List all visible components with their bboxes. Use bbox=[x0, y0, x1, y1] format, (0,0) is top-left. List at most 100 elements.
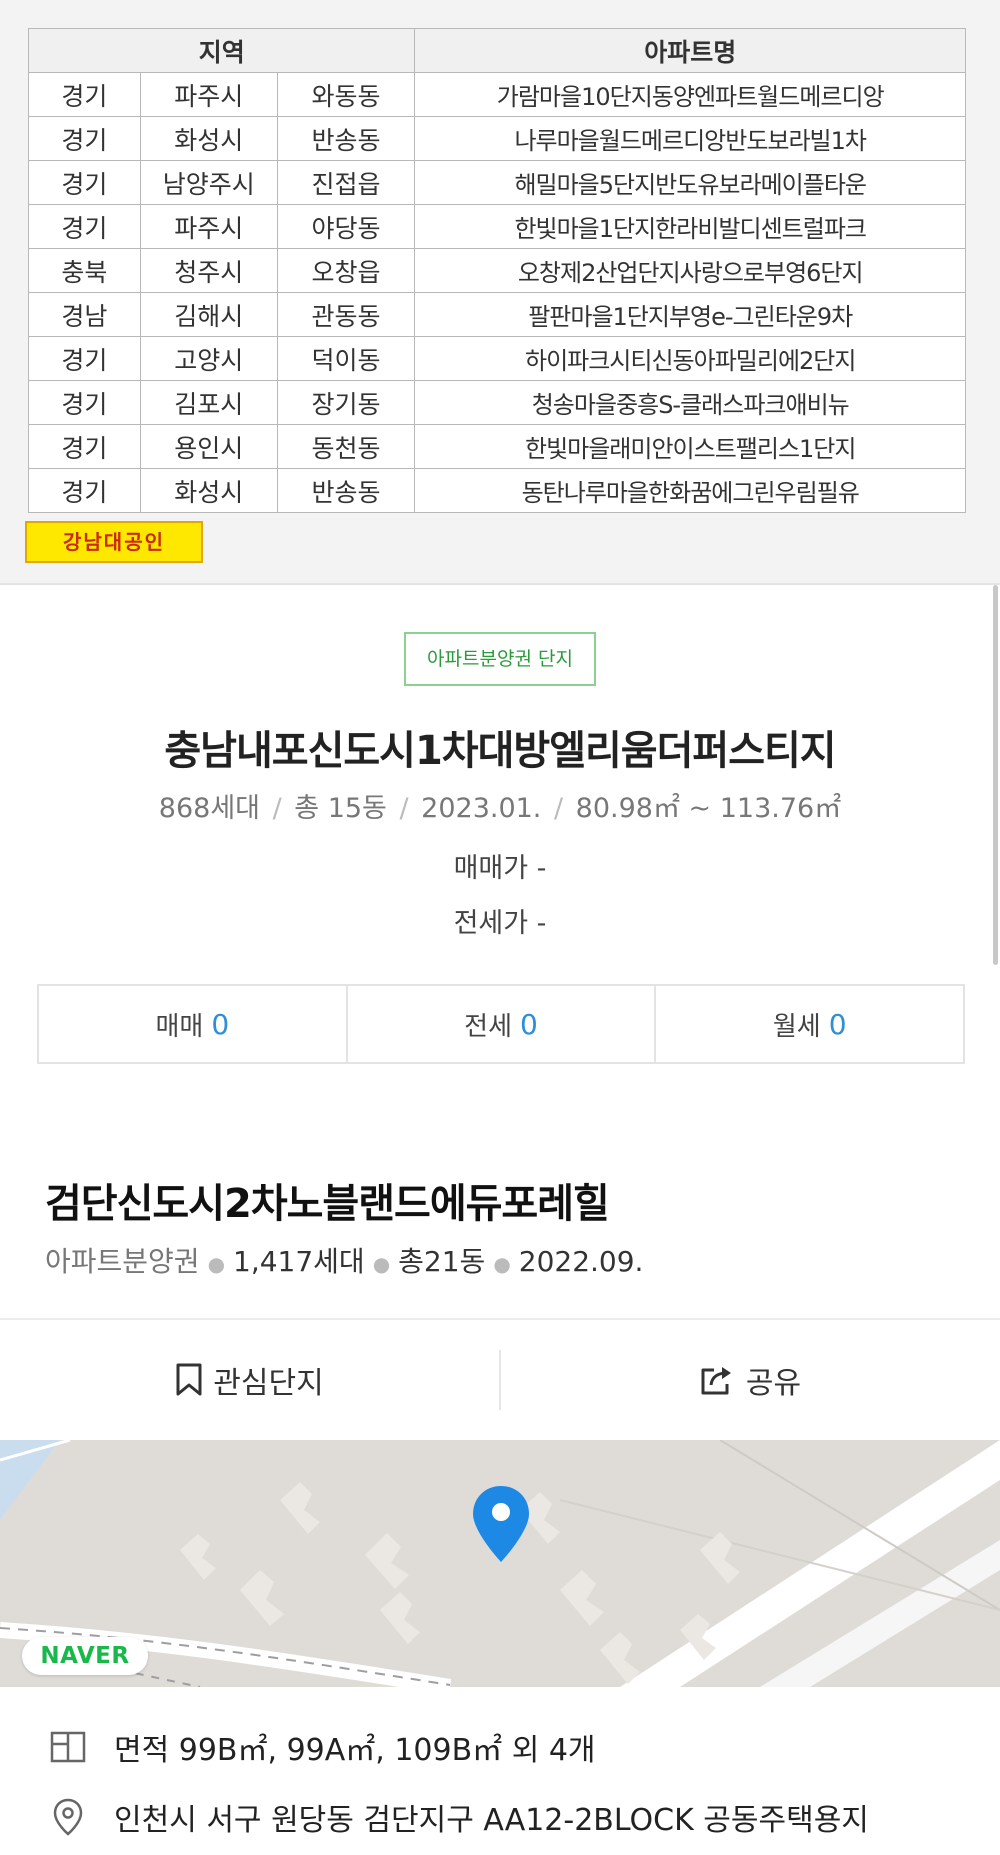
complex2-type: 아파트분양권 bbox=[45, 1245, 200, 1278]
cell-district: 덕이동 bbox=[276, 336, 416, 381]
address-row: 인천시 서구 원당동 검단지구 AA12-2BLOCK 공동주택용지 bbox=[48, 1795, 869, 1839]
tab-jeonse-count: 0 bbox=[520, 1007, 538, 1041]
tab-sale-label: 매매 bbox=[155, 1011, 204, 1042]
complex2-buildings: 총21동 bbox=[398, 1245, 486, 1278]
table-row: 경기 고양시 덕이동 하이파크시티신동아파밀리에2단지 bbox=[28, 336, 966, 381]
cell-district: 반송동 bbox=[276, 116, 416, 161]
cell-district: 야당동 bbox=[276, 204, 416, 249]
complex1-buildings: 총 15동 bbox=[294, 793, 387, 824]
complex1-sale-price: 매매가 - bbox=[453, 853, 547, 884]
cell-district: 장기동 bbox=[276, 380, 416, 425]
favorite-label: 관심단지 bbox=[213, 1365, 324, 1401]
cell-apartment-name: 청송마을중흥S-클래스파크애비뉴 bbox=[414, 380, 966, 425]
table-body: 경기 파주시 와동동 가람마을10단지동양엔파트월드메르디앙 경기 화성시 반송동 나루마을월… bbox=[28, 72, 966, 513]
cell-province: 경남 bbox=[28, 292, 141, 337]
cell-province: 경기 bbox=[28, 336, 141, 381]
cell-apartment-name: 동탄나루마을한화꿈에그린우림필유 bbox=[414, 468, 966, 513]
apartment-list-image: 지역 아파트명 경기 파주시 와동동 가람마을10단지동양엔파트월드메르디앙 경기 화성시… bbox=[0, 0, 1000, 585]
cell-district: 진접읍 bbox=[276, 160, 416, 205]
floorplan-icon bbox=[48, 1727, 88, 1767]
cell-city: 남양주시 bbox=[139, 160, 278, 205]
complex2-date: 2022.09. bbox=[518, 1245, 644, 1278]
cell-district: 오창읍 bbox=[276, 248, 416, 293]
share-label: 공유 bbox=[745, 1365, 802, 1401]
complex1-area-range: 80.98㎡ ~ 113.76㎡ bbox=[575, 793, 842, 824]
table-row: 경기 김포시 장기동 청송마을중흥S-클래스파크애비뉴 bbox=[28, 380, 966, 425]
complex1-jeonse-price: 전세가 - bbox=[453, 908, 547, 939]
cell-city: 청주시 bbox=[139, 248, 278, 293]
share-button[interactable]: 공유 bbox=[499, 1349, 1000, 1410]
complex2-households: 1,417세대 bbox=[233, 1245, 365, 1278]
complex2-summary: 아파트분양권 ● 1,417세대 ● 총21동 ● 2022.09. bbox=[45, 1245, 644, 1278]
cell-apartment-name: 한빛마을1단지한라비발디센트럴파크 bbox=[414, 204, 966, 249]
map-pin-icon[interactable] bbox=[471, 1484, 531, 1564]
location-map[interactable] bbox=[0, 1440, 1000, 1687]
complex2-title[interactable]: 검단신도시2차노블랜드에듀포레힐 bbox=[45, 1171, 610, 1229]
complex1-date: 2023.01. bbox=[421, 793, 542, 824]
cell-city: 용인시 bbox=[139, 424, 278, 469]
table-row: 경기 파주시 야당동 한빛마을1단지한라비발디센트럴파크 bbox=[28, 204, 966, 249]
cell-apartment-name: 나루마을월드메르디앙반도보라빌1차 bbox=[414, 116, 966, 161]
cell-city: 김포시 bbox=[139, 380, 278, 425]
table-row: 경기 남양주시 진접읍 해밀마을5단지반도유보라메이플타운 bbox=[28, 160, 966, 205]
complex1-summary: 868세대 / 총 15동 / 2023.01. / 80.98㎡ ~ 113.… bbox=[158, 793, 842, 824]
favorite-button[interactable]: 관심단지 bbox=[0, 1350, 499, 1410]
cell-district: 관동동 bbox=[276, 292, 416, 337]
cell-city: 파주시 bbox=[139, 204, 278, 249]
cell-apartment-name: 오창제2산업단지사랑으로부영6단지 bbox=[414, 248, 966, 293]
cell-city: 파주시 bbox=[139, 72, 278, 117]
cell-district: 와동동 bbox=[276, 72, 416, 117]
table-row: 경기 용인시 동천동 한빛마을래미안이스트팰리스1단지 bbox=[28, 424, 966, 469]
header-apartment-name: 아파트명 bbox=[414, 28, 966, 73]
divider bbox=[0, 1318, 1000, 1320]
complex1-title[interactable]: 충남내포신도시1차대방엘리움더퍼스티지 bbox=[0, 718, 1000, 776]
tab-jeonse[interactable]: 전세 0 bbox=[348, 986, 657, 1062]
tab-monthly-rent-count: 0 bbox=[828, 1007, 847, 1041]
complex-type-tag: 아파트분양권 단지 bbox=[404, 632, 596, 686]
cell-district: 동천동 bbox=[276, 424, 416, 469]
area-text: 면적 99B㎡, 99A㎡, 109B㎡ 외 4개 bbox=[114, 1733, 596, 1768]
tab-sale[interactable]: 매매 0 bbox=[39, 986, 348, 1062]
cell-apartment-name: 한빛마을래미안이스트팰리스1단지 bbox=[414, 424, 966, 469]
cell-apartment-name: 하이파크시티신동아파밀리에2단지 bbox=[414, 336, 966, 381]
tab-monthly-rent-label: 월세 bbox=[772, 1011, 821, 1042]
cell-city: 화성시 bbox=[139, 116, 278, 161]
location-pin-icon bbox=[48, 1797, 88, 1837]
area-row: 면적 99B㎡, 99A㎡, 109B㎡ 외 4개 bbox=[48, 1725, 596, 1769]
complex1-households: 868세대 bbox=[158, 793, 260, 824]
tab-sale-count: 0 bbox=[211, 1007, 230, 1041]
table-row: 충북 청주시 오창읍 오창제2산업단지사랑으로부영6단지 bbox=[28, 248, 966, 293]
cell-city: 화성시 bbox=[139, 468, 278, 513]
apartment-table-wrap: 지역 아파트명 경기 파주시 와동동 가람마을10단지동양엔파트월드메르디앙 경기 화성시… bbox=[27, 28, 966, 513]
cell-apartment-name: 팔판마을1단지부영e-그린타운9차 bbox=[414, 292, 966, 337]
header-region: 지역 bbox=[27, 28, 416, 73]
cell-city: 김해시 bbox=[139, 292, 278, 337]
apartment-table: 지역 아파트명 경기 파주시 와동동 가람마을10단지동양엔파트월드메르디앙 경기 화성시… bbox=[27, 28, 966, 513]
table-row: 경기 화성시 반송동 나루마을월드메르디앙반도보라빌1차 bbox=[28, 116, 966, 161]
table-row: 경기 화성시 반송동 동탄나루마을한화꿈에그린우림필유 bbox=[28, 468, 966, 513]
cell-province: 경기 bbox=[28, 468, 141, 513]
cell-province: 충북 bbox=[28, 248, 141, 293]
tab-jeonse-label: 전세 bbox=[464, 1011, 513, 1042]
cell-province: 경기 bbox=[28, 72, 141, 117]
broker-badge: 강남대공인 bbox=[25, 521, 203, 563]
cell-province: 경기 bbox=[28, 160, 141, 205]
cell-province: 경기 bbox=[28, 204, 141, 249]
cell-district: 반송동 bbox=[276, 468, 416, 513]
cell-province: 경기 bbox=[28, 116, 141, 161]
address-text: 인천시 서구 원당동 검단지구 AA12-2BLOCK 공동주택용지 bbox=[114, 1803, 869, 1838]
cell-province: 경기 bbox=[28, 380, 141, 425]
table-row: 경남 김해시 관동동 팔판마을1단지부영e-그린타운9차 bbox=[28, 292, 966, 337]
cell-province: 경기 bbox=[28, 424, 141, 469]
table-row: 경기 파주시 와동동 가람마을10단지동양엔파트월드메르디앙 bbox=[28, 72, 966, 117]
cell-apartment-name: 해밀마을5단지반도유보라메이플타운 bbox=[414, 160, 966, 205]
cell-city: 고양시 bbox=[139, 336, 278, 381]
action-row: 관심단지 공유 bbox=[0, 1322, 1000, 1437]
trade-type-tabs: 매매 0 전세 0 월세 0 bbox=[37, 984, 965, 1064]
bookmark-icon bbox=[176, 1363, 202, 1395]
share-icon bbox=[701, 1366, 731, 1394]
naver-logo: NAVER bbox=[22, 1637, 148, 1675]
tab-monthly-rent[interactable]: 월세 0 bbox=[656, 986, 963, 1062]
cell-apartment-name: 가람마을10단지동양엔파트월드메르디앙 bbox=[414, 72, 966, 117]
table-header-row: 지역 아파트명 bbox=[27, 28, 966, 73]
